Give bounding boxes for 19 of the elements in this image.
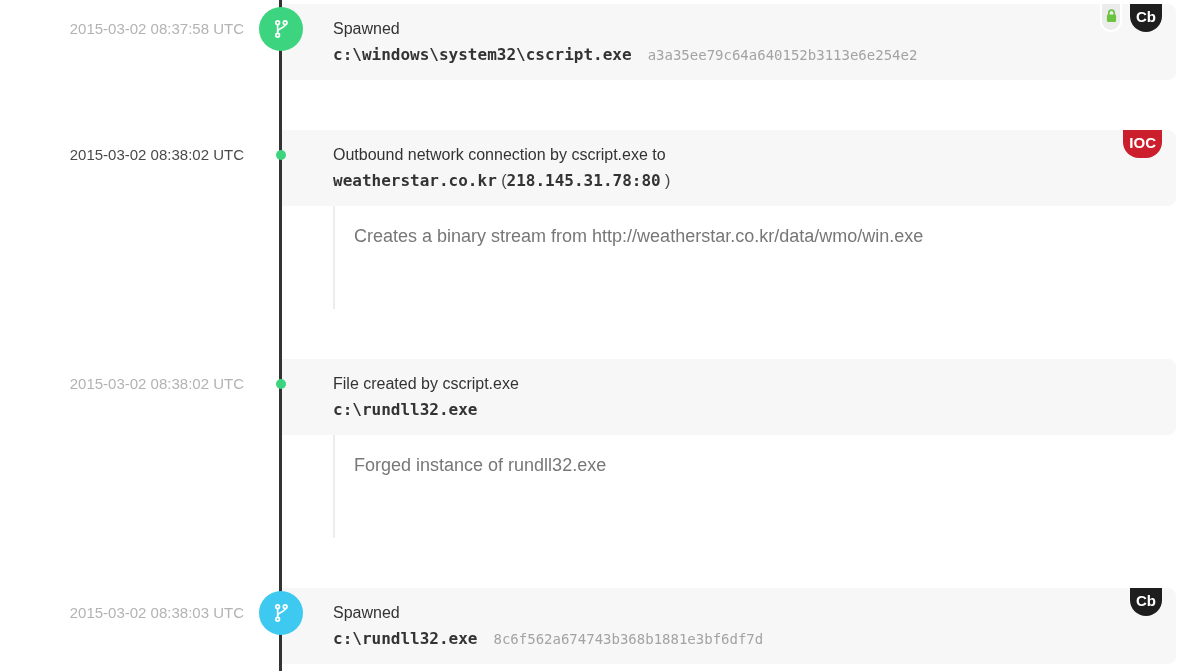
event-timestamp: 2015-03-02 08:38:02 UTC [68,145,244,165]
event-tag: Cb [1130,588,1162,616]
file-path: c:\rundll32.exe [333,628,478,650]
file-path: c:\rundll32.exe [333,399,478,421]
event-title: Spawned [333,603,401,623]
event-note: Forged instance of rundll32.exe [333,435,1176,538]
event-timestamp: 2015-03-02 08:38:02 UTC [68,374,244,394]
event-timestamp: 2015-03-02 08:38:03 UTC [68,603,244,623]
event-title: Spawned [333,19,401,39]
event-title: File created by cscript.exe [333,374,520,394]
event-title: Outbound network connection by cscript.exe to [333,145,667,165]
event-timestamp: 2015-03-02 08:37:58 UTC [68,19,244,39]
event-tag: Cb [1130,4,1162,32]
connection-target: weatherstar.co.kr (218.145.31.78:80 ) [333,170,672,192]
file-hash: a3a35ee79c64a640152b3113e6e254e2 [647,46,918,65]
event-tag: IOC [1123,130,1162,158]
event-note: Creates a binary stream from http://weatherstar.co.kr/data/wmo/win.exe [333,206,1176,309]
file-path: c:\windows\system32\cscript.exe [333,44,632,66]
file-hash: 8c6f562a674743b368b1881e3bf6df7d [493,630,764,649]
